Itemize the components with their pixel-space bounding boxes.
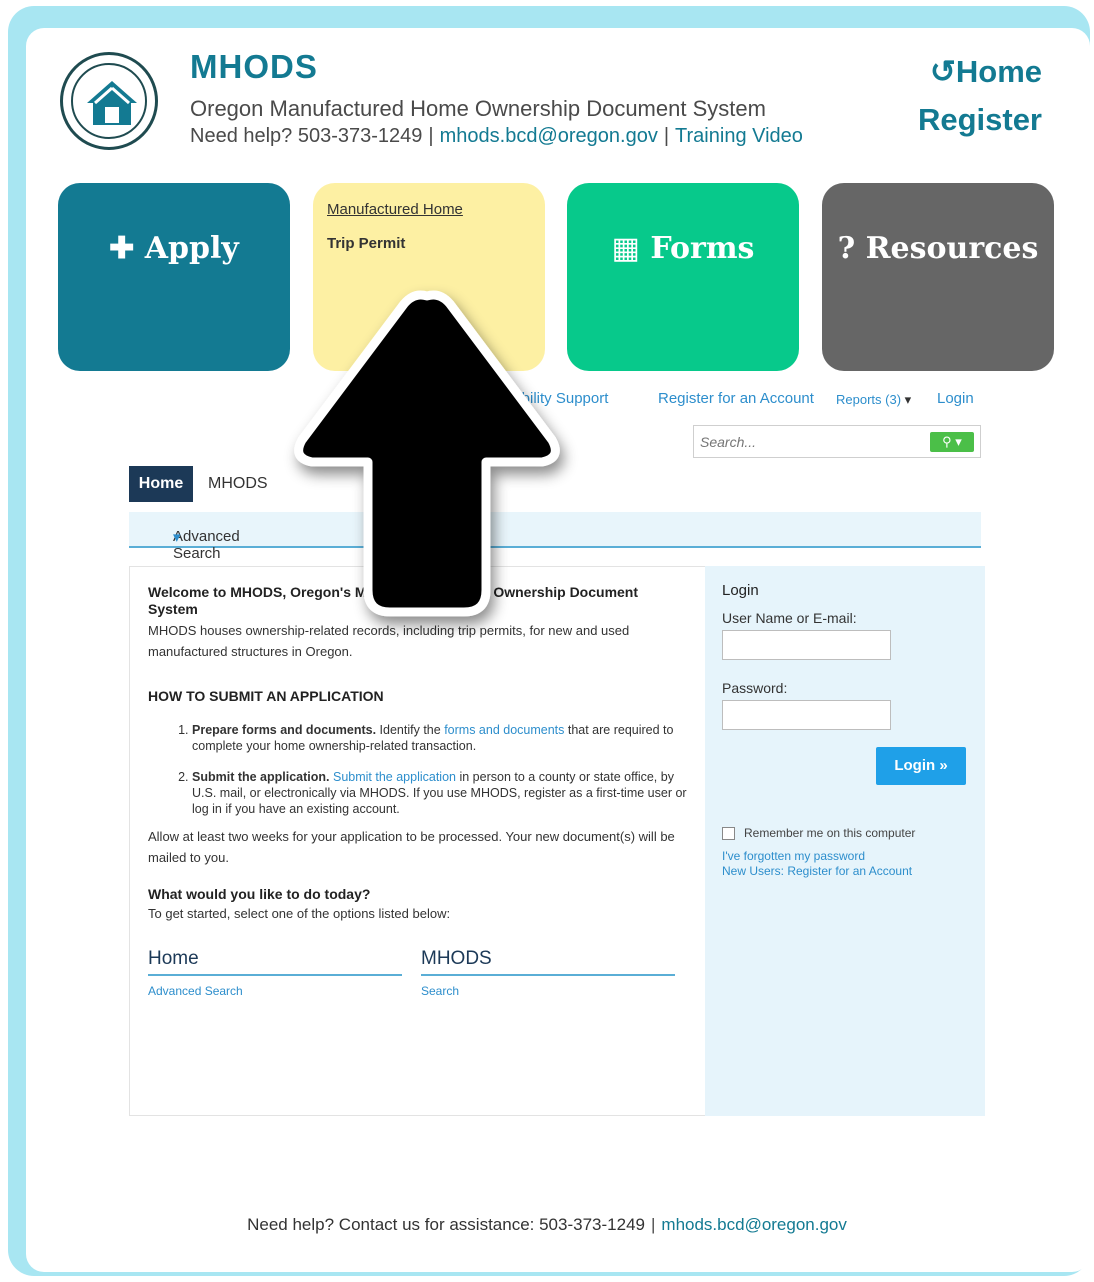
howto-title: HOW TO SUBMIT AN APPLICATION	[148, 688, 384, 704]
get-started-text: To get started, select one of the option…	[148, 906, 451, 921]
remember-label: Remember me on this computer	[744, 826, 916, 840]
allow-text: Allow at least two weeks for your applic…	[148, 829, 675, 865]
resources-label: Resources	[865, 231, 1039, 266]
resources-tile[interactable]: ? Resources	[822, 183, 1054, 371]
mhods-search-link[interactable]: Search	[421, 984, 459, 998]
search-button[interactable]: ⚲ ▾	[930, 432, 974, 452]
reports-label: Reports (3)	[836, 392, 902, 407]
calendar-icon: ▦	[611, 231, 651, 266]
app-subtitle: Oregon Manufactured Home Ownership Docum…	[190, 96, 766, 121]
footer-email-link[interactable]: mhods.bcd@oregon.gov	[661, 1215, 846, 1234]
login-link[interactable]: Login	[937, 390, 974, 407]
step-1: Prepare forms and documents. Identify th…	[192, 722, 688, 754]
register-link[interactable]: Register	[918, 96, 1042, 144]
remember-checkbox[interactable]	[722, 827, 735, 840]
steps-list: Prepare forms and documents. Identify th…	[148, 722, 688, 817]
app-title: MHODS	[190, 48, 318, 85]
reports-menu[interactable]: Reports (3) ▾	[836, 392, 911, 408]
caret-down-icon: ▾	[173, 529, 181, 546]
house-logo-icon[interactable]	[60, 52, 158, 150]
trip-permit-label[interactable]: Trip Permit	[327, 235, 405, 252]
login-button[interactable]: Login »	[876, 747, 966, 785]
footer: Need help? Contact us for assistance: 50…	[247, 1215, 847, 1234]
forgot-password-link[interactable]: I've forgotten my password	[722, 849, 865, 863]
up-arrow-icon	[294, 290, 560, 617]
footer-text: Need help? Contact us for assistance: 50…	[247, 1215, 645, 1234]
search-input[interactable]	[698, 430, 922, 454]
new-user-register-link[interactable]: New Users: Register for an Account	[722, 864, 912, 878]
forms-tile[interactable]: ▦ Forms	[567, 183, 799, 371]
advanced-search-label: Advanced Search	[173, 528, 240, 562]
help-email-link[interactable]: mhods.bcd@oregon.gov	[440, 125, 658, 147]
home-column-heading: Home	[148, 948, 402, 976]
help-phone: Need help? 503-373-1249	[190, 125, 423, 147]
search-box: ⚲ ▾	[693, 425, 981, 458]
advanced-search-link[interactable]: Advanced Search	[148, 984, 243, 998]
help-line: Need help? 503-373-1249 | mhods.bcd@oregon…	[190, 125, 803, 147]
forms-label: Forms	[650, 231, 755, 266]
register-account-link[interactable]: Register for an Account	[658, 390, 814, 407]
username-field[interactable]	[722, 630, 891, 660]
home-link[interactable]: ↺Home	[918, 48, 1042, 96]
apply-label: Apply	[144, 231, 239, 266]
login-title: Login	[722, 582, 759, 599]
apply-tile[interactable]: ✚ Apply	[58, 183, 290, 371]
search-icon: ⚲ ▾	[942, 434, 962, 449]
password-label: Password:	[722, 680, 788, 696]
question-heading: What would you like to do today?	[148, 886, 371, 902]
caret-down-icon: ▾	[904, 392, 912, 407]
mhods-column-heading: MHODS	[421, 948, 675, 976]
forms-documents-link[interactable]: forms and documents	[444, 723, 564, 737]
training-video-link[interactable]: Training Video	[675, 125, 803, 147]
tab-home[interactable]: Home	[129, 466, 193, 502]
plus-icon: ✚	[109, 231, 145, 266]
username-label: User Name or E-mail:	[722, 610, 857, 626]
top-links: ↺Home Register	[918, 48, 1042, 144]
password-field[interactable]	[722, 700, 891, 730]
submit-application-link[interactable]: Submit the application	[333, 770, 456, 784]
question-icon: ?	[837, 231, 866, 266]
tab-mhods[interactable]: MHODS	[208, 475, 268, 493]
step-2: Submit the application. Submit the appli…	[192, 769, 688, 817]
trip-heading-link[interactable]: Manufactured Home	[327, 201, 463, 218]
